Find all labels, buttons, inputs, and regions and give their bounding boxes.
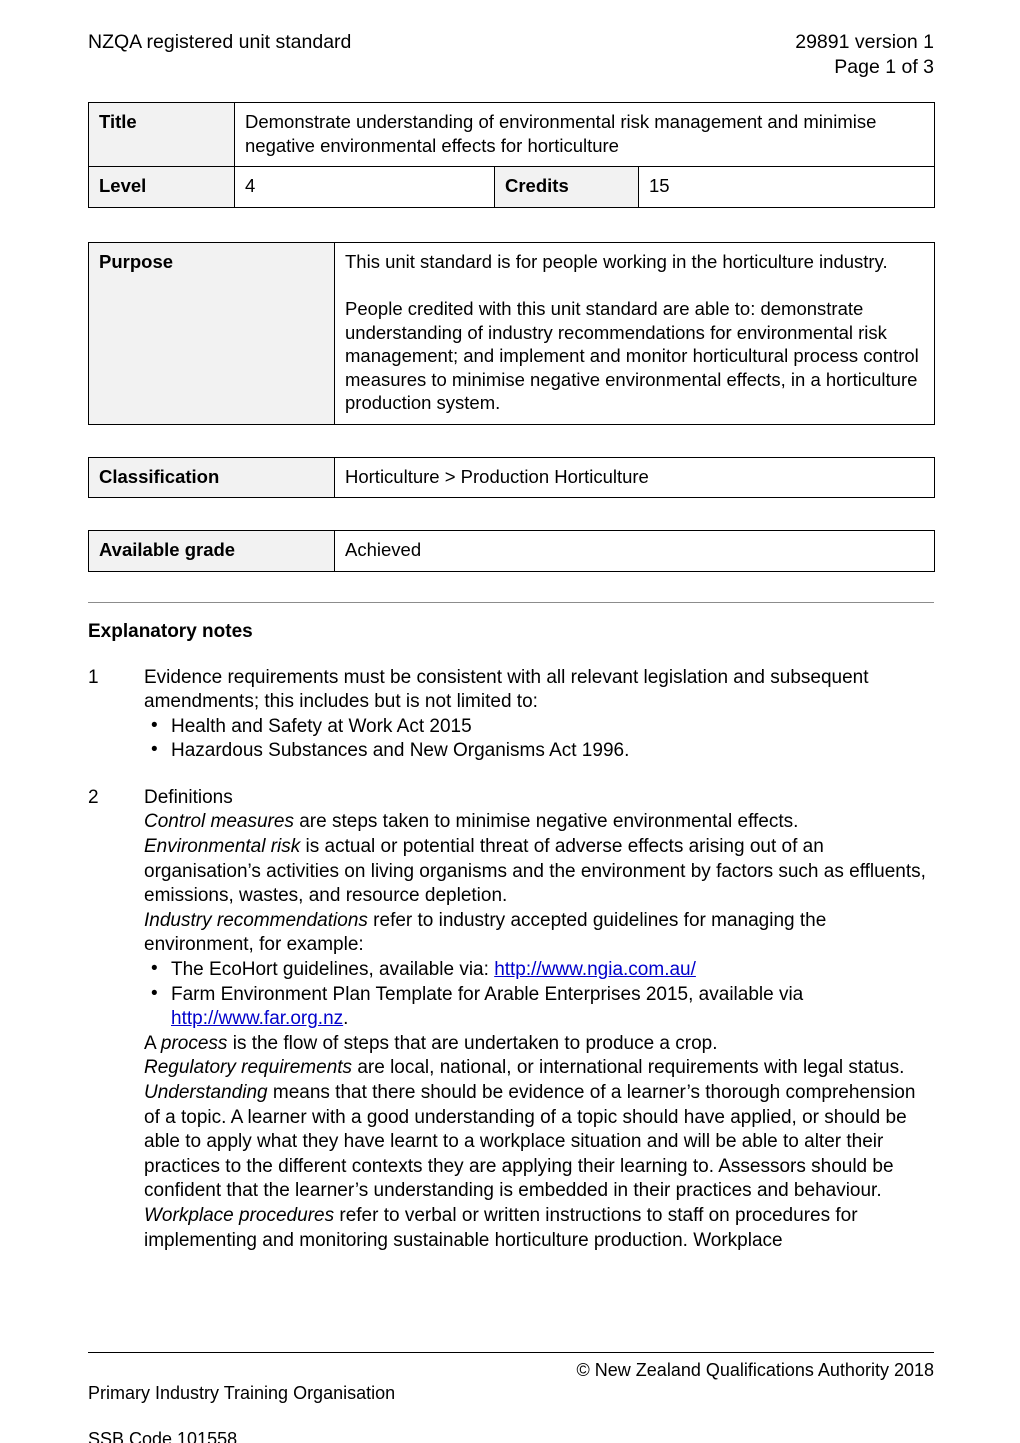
ecohort-link[interactable]: http://www.ngia.com.au/ — [494, 959, 696, 980]
definition-term: Industry recommendations — [144, 909, 368, 931]
footer-ssb-code: SSB Code 101558 — [88, 1429, 238, 1443]
definition-industry-recommendations: Industry recommendations refer to indust… — [144, 909, 934, 958]
available-grade-label: Available grade — [88, 530, 335, 572]
table-row: Available grade Achieved — [88, 530, 935, 572]
header-page-number: Page 1 of 3 — [834, 56, 934, 78]
purpose-label: Purpose — [88, 241, 335, 425]
definition-text: are steps taken to minimise negative env… — [293, 811, 799, 833]
note-1-number: 1 — [88, 666, 99, 688]
section-divider — [88, 601, 934, 603]
header-meta: 29891 version 1 Page 1 of 3 — [795, 30, 934, 80]
table-row: Level 4 Credits 15 — [88, 166, 936, 208]
definition-text: is the flow of steps that are undertaken… — [227, 1032, 718, 1054]
header-standard-id: 29891 version 1 — [795, 31, 934, 53]
purpose-value: This unit standard is for people working… — [334, 241, 935, 425]
classification-label: Classification — [88, 456, 335, 498]
title-value: Demonstrate understanding of environment… — [233, 102, 936, 167]
list-item: Health and Safety at Work Act 2015 — [144, 714, 934, 740]
purpose-table: Purpose This unit standard is for people… — [88, 241, 935, 425]
definition-term: Environmental risk — [144, 836, 301, 858]
page-content: NZQA registered unit standard 29891 vers… — [88, 0, 936, 1253]
title-table: Title Demonstrate understanding of envir… — [88, 102, 936, 208]
footer-organisation: Primary Industry Training Organisation — [88, 1383, 396, 1403]
definition-prefix: A — [144, 1032, 161, 1054]
bullet-text: Farm Environment Plan Template for Arabl… — [171, 983, 804, 1005]
note-1-bullet-list: Health and Safety at Work Act 2015 Hazar… — [144, 714, 934, 764]
definition-text: are local, national, or international re… — [352, 1057, 905, 1079]
note-2-body: Definitions Control measures are steps t… — [144, 786, 934, 1253]
definition-term: Workplace procedures — [144, 1204, 335, 1226]
footer-divider — [88, 1352, 934, 1353]
table-row: Title Demonstrate understanding of envir… — [88, 102, 936, 167]
explanatory-notes-heading: Explanatory notes — [88, 620, 253, 642]
note-2-number: 2 — [88, 786, 99, 808]
note-2-heading: Definitions — [144, 786, 233, 808]
footer-row: Primary Industry Training Organisation S… — [88, 1359, 934, 1443]
classification-table: Classification Horticulture > Production… — [88, 456, 935, 499]
purpose-paragraph-1: This unit standard is for people working… — [345, 250, 888, 272]
definition-environmental-risk: Environmental risk is actual or potentia… — [144, 835, 934, 909]
note-2: 2 Definitions Control measures are steps… — [88, 786, 934, 1253]
purpose-paragraph-2: People credited with this unit standard … — [345, 298, 919, 413]
document-page: NZQA registered unit standard 29891 vers… — [0, 0, 1020, 1443]
available-grade-table: Available grade Achieved — [88, 530, 935, 572]
far-link[interactable]: http://www.far.org.nz — [171, 1008, 343, 1029]
credits-value: 15 — [637, 166, 936, 208]
available-grade-value: Achieved — [334, 530, 935, 572]
bullet-text: The EcoHort guidelines, available via: — [171, 959, 495, 981]
footer-left: Primary Industry Training Organisation S… — [88, 1359, 395, 1443]
definition-workplace-procedures: Workplace procedures refer to verbal or … — [144, 1204, 934, 1253]
note-1-intro: Evidence requirements must be consistent… — [144, 666, 869, 713]
definition-term: Regulatory requirements — [144, 1057, 353, 1079]
definition-understanding: Understanding means that there should be… — [144, 1081, 934, 1204]
list-item: The EcoHort guidelines, available via: h… — [144, 957, 934, 983]
note-2-bullet-list: The EcoHort guidelines, available via: h… — [144, 957, 934, 1032]
table-row: Purpose This unit standard is for people… — [88, 241, 935, 425]
list-item: Farm Environment Plan Template for Arabl… — [144, 982, 934, 1032]
classification-value: Horticulture > Production Horticulture — [334, 456, 935, 498]
list-item: Hazardous Substances and New Organisms A… — [144, 738, 934, 764]
page-header: NZQA registered unit standard 29891 vers… — [88, 0, 934, 80]
definition-control-measures: Control measures are steps taken to mini… — [144, 810, 934, 835]
note-1: 1 Evidence requirements must be consiste… — [88, 666, 934, 764]
table-row: Classification Horticulture > Production… — [88, 456, 935, 498]
credits-label: Credits — [494, 166, 639, 208]
definition-term: Control measures — [144, 811, 294, 833]
bullet-text-tail: . — [343, 1008, 349, 1030]
definition-process: A process is the flow of steps that are … — [144, 1032, 934, 1057]
definition-regulatory-requirements: Regulatory requirements are local, natio… — [144, 1056, 934, 1081]
definition-term: Understanding — [144, 1082, 268, 1103]
definition-term: process — [160, 1032, 228, 1054]
level-label: Level — [88, 166, 235, 208]
page-footer: Primary Industry Training Organisation S… — [88, 1352, 934, 1443]
level-value: 4 — [234, 166, 495, 208]
title-label: Title — [88, 102, 235, 167]
footer-copyright: © New Zealand Qualifications Authority 2… — [576, 1360, 934, 1380]
header-title: NZQA registered unit standard — [88, 31, 352, 53]
note-1-body: Evidence requirements must be consistent… — [144, 666, 934, 764]
